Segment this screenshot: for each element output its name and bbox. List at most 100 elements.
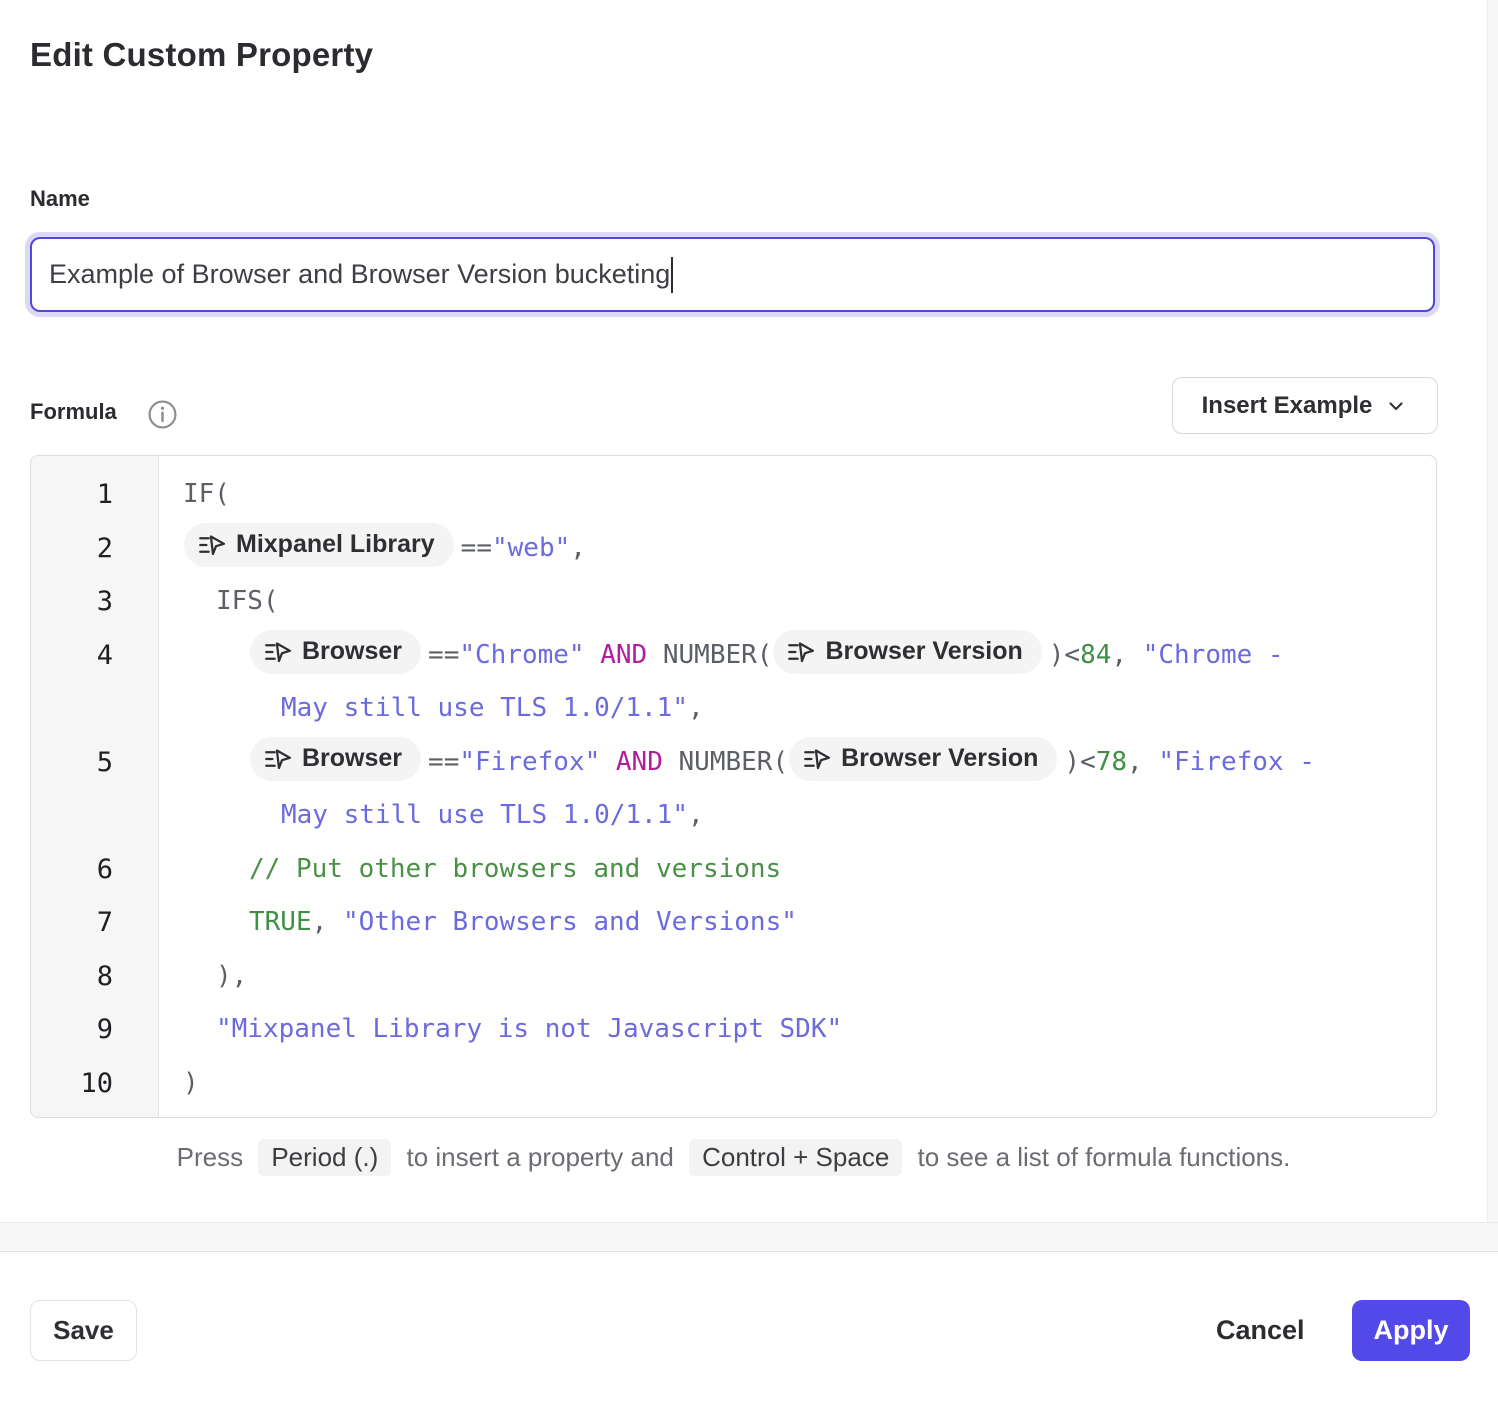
formula-hint: Press Period (.) to insert a property an… <box>30 1139 1437 1176</box>
code-token <box>600 747 616 777</box>
formula-line: 2Mixpanel Library=="web", <box>31 522 1436 576</box>
code-token: )< <box>1049 640 1080 670</box>
code-token: "Firefox - <box>1158 747 1315 777</box>
insert-example-label: Insert Example <box>1202 392 1373 420</box>
formula-line: 8), <box>31 950 1436 1004</box>
line-content[interactable]: ), <box>158 950 1436 1004</box>
dialog-title: Edit Custom Property <box>30 36 373 74</box>
line-number: 3 <box>31 575 158 629</box>
formula-label: Formula <box>30 399 117 425</box>
cancel-button[interactable]: Cancel <box>1200 1300 1321 1361</box>
line-number: 7 <box>31 896 158 950</box>
formula-line: 4Browser=="Chrome" AND NUMBER(Browser Ve… <box>31 629 1436 736</box>
code-token: , <box>1127 747 1158 777</box>
insert-example-button[interactable]: Insert Example <box>1172 377 1438 434</box>
hint-text: to insert a property and <box>406 1142 673 1172</box>
property-chip[interactable]: Browser <box>250 737 421 781</box>
code-token: , <box>570 533 586 563</box>
code-token: May still use TLS 1.0/1.1" <box>281 693 688 723</box>
code-token: May still use TLS 1.0/1.1" <box>281 800 688 830</box>
property-chip-label: Browser Version <box>841 732 1038 786</box>
formula-line: 9"Mixpanel Library is not Javascript SDK… <box>31 1003 1436 1057</box>
horizontal-scrollbar-track[interactable] <box>0 1222 1498 1252</box>
code-token: , <box>688 693 704 723</box>
line-number: 6 <box>31 843 158 897</box>
code-token: "web" <box>492 533 570 563</box>
formula-line: 7TRUE, "Other Browsers and Versions" <box>31 896 1436 950</box>
event-property-icon <box>803 746 830 773</box>
line-number: 8 <box>31 950 158 1004</box>
line-number: 1 <box>31 468 158 522</box>
line-number: 10 <box>31 1057 158 1111</box>
text-cursor <box>671 257 673 293</box>
code-token: , <box>688 800 704 830</box>
event-property-icon <box>264 746 291 773</box>
code-token: == <box>428 640 459 670</box>
code-token: NUMBER( <box>663 747 788 777</box>
event-property-icon <box>198 532 225 559</box>
line-content[interactable]: IFS( <box>158 575 1436 629</box>
event-property-icon <box>264 639 291 666</box>
code-token: , <box>312 907 343 937</box>
save-button[interactable]: Save <box>30 1300 137 1361</box>
code-token: 84 <box>1080 640 1111 670</box>
property-chip-label: Mixpanel Library <box>236 518 435 572</box>
formula-editor[interactable]: 1IF(2Mixpanel Library=="web",3IFS(4Brows… <box>30 455 1437 1118</box>
formula-line: 10) <box>31 1057 1436 1111</box>
code-token: IF( <box>183 479 230 509</box>
event-property-icon <box>787 639 814 666</box>
code-token: "Mixpanel Library is not Javascript SDK" <box>216 1014 842 1044</box>
code-token: NUMBER( <box>647 640 772 670</box>
code-token: "Firefox" <box>459 747 600 777</box>
code-lines: 1IF(2Mixpanel Library=="web",3IFS(4Brows… <box>31 468 1436 1110</box>
line-content[interactable]: "Mixpanel Library is not Javascript SDK" <box>158 1003 1436 1057</box>
keyboard-shortcut-ctrl-space: Control + Space <box>689 1139 902 1176</box>
property-chip[interactable]: Browser <box>250 630 421 674</box>
code-token: ), <box>216 961 247 991</box>
code-token: AND <box>600 640 647 670</box>
code-token: ) <box>183 1068 199 1098</box>
formula-line: 6 // Put other browsers and versions <box>31 843 1436 897</box>
code-token: TRUE <box>249 907 312 937</box>
line-number: 5 <box>31 736 158 790</box>
line-content[interactable]: Browser=="Chrome" AND NUMBER(Browser Ver… <box>158 629 1436 736</box>
code-token: == <box>428 747 459 777</box>
hint-text: Press <box>177 1142 243 1172</box>
vertical-scrollbar-track[interactable] <box>1487 0 1498 1252</box>
keyboard-shortcut-period: Period (.) <box>258 1139 391 1176</box>
name-input[interactable]: Example of Browser and Browser Version b… <box>30 237 1435 312</box>
code-token: AND <box>616 747 663 777</box>
code-token: IFS( <box>216 586 279 616</box>
formula-line: 5Browser=="Firefox" AND NUMBER(Browser V… <box>31 736 1436 843</box>
line-content[interactable]: Mixpanel Library=="web", <box>158 522 1436 576</box>
property-chip-label: Browser Version <box>825 625 1022 679</box>
line-content[interactable]: TRUE, "Other Browsers and Versions" <box>158 896 1436 950</box>
code-token: 78 <box>1096 747 1127 777</box>
property-chip[interactable]: Mixpanel Library <box>184 523 454 567</box>
hint-text: to see a list of formula functions. <box>918 1142 1291 1172</box>
property-chip-label: Browser <box>302 625 402 679</box>
code-token: "Other Browsers and Versions" <box>343 907 797 937</box>
property-chip-label: Browser <box>302 732 402 786</box>
code-token: "Chrome - <box>1143 640 1284 670</box>
line-number: 4 <box>31 629 158 683</box>
name-label: Name <box>30 186 90 212</box>
chevron-down-icon <box>1384 394 1408 418</box>
formula-line: 3 IFS( <box>31 575 1436 629</box>
line-content[interactable]: ) <box>158 1057 1436 1111</box>
property-chip[interactable]: Browser Version <box>789 737 1057 781</box>
code-token <box>585 640 601 670</box>
code-token: )< <box>1064 747 1095 777</box>
line-content[interactable]: // Put other browsers and versions <box>158 843 1436 897</box>
line-content[interactable]: Browser=="Firefox" AND NUMBER(Browser Ve… <box>158 736 1436 843</box>
property-chip[interactable]: Browser Version <box>773 630 1041 674</box>
apply-button[interactable]: Apply <box>1352 1300 1470 1361</box>
info-icon[interactable] <box>147 399 178 430</box>
code-token: == <box>461 533 492 563</box>
code-token: "Chrome" <box>459 640 584 670</box>
code-token: // Put other browsers and versions <box>249 854 781 884</box>
formula-line: 1 IF( <box>31 468 1436 522</box>
line-content[interactable]: IF( <box>158 468 1436 522</box>
line-number: 2 <box>31 522 158 576</box>
code-token: , <box>1111 640 1142 670</box>
